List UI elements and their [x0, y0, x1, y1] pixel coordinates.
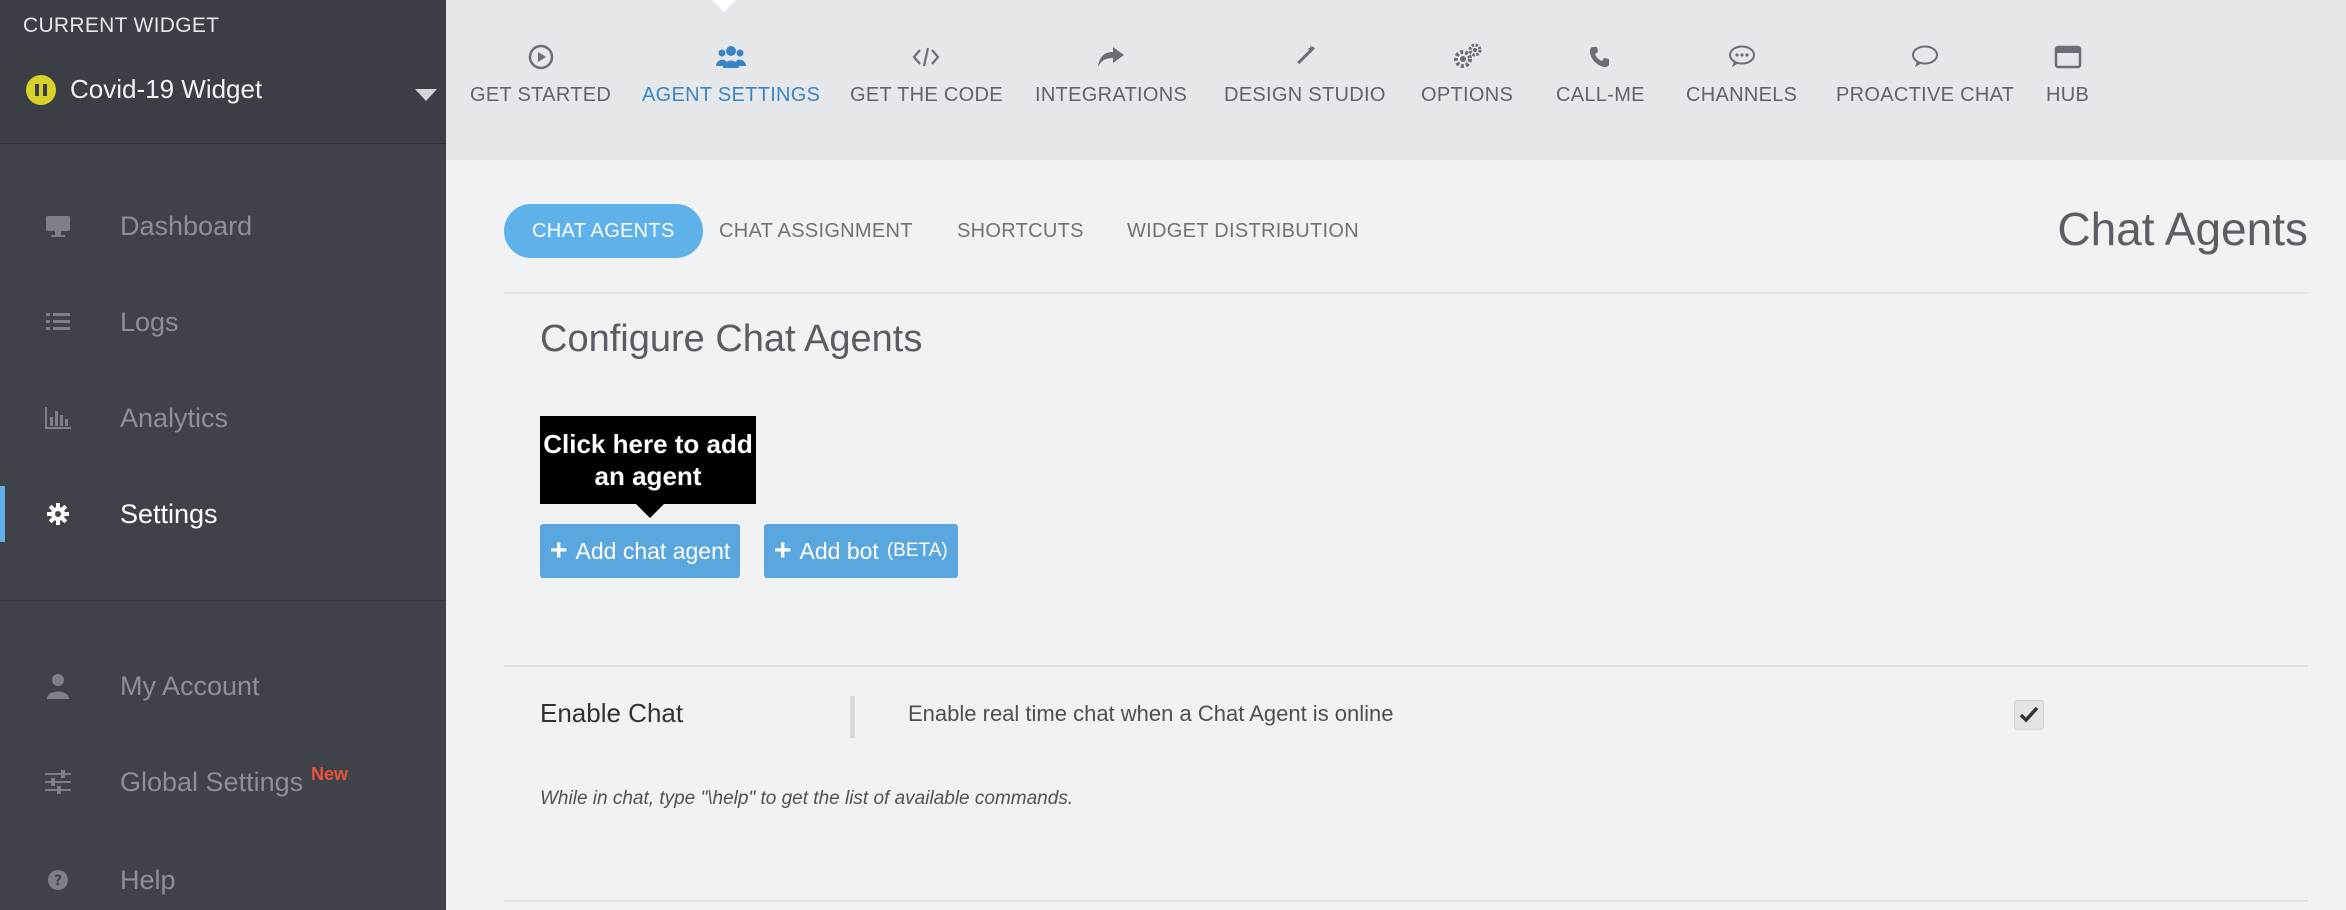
sidebar-item-dashboard[interactable]: Dashboard [0, 178, 446, 274]
sidebar-item-my-account[interactable]: My Account [0, 638, 446, 734]
tab-label: GET STARTED [470, 84, 612, 106]
widget-name: Covid-19 Widget [70, 74, 263, 104]
user-icon [44, 672, 72, 700]
sidebar-item-settings[interactable]: Settings [0, 466, 446, 562]
tab-label: CALL-ME [1556, 84, 1645, 106]
tab-agent-settings[interactable]: AGENT SETTINGS [642, 40, 820, 107]
tab-proactive-chat[interactable]: PROACTIVE CHAT [1836, 40, 2014, 107]
tab-label: GET THE CODE [850, 84, 1003, 106]
add-chat-agent-label: Add chat agent [575, 537, 731, 564]
add-agent-tooltip: Click here to add an agent [540, 416, 756, 518]
sidebar: CURRENT WIDGET Covid-19 Widget Dashboard… [0, 0, 446, 910]
add-bot-label: Add bot [799, 537, 879, 564]
add-chat-agent-button[interactable]: + Add chat agent [540, 524, 741, 578]
play-circle-icon [528, 40, 554, 74]
tab-get-the-code[interactable]: GET THE CODE [850, 40, 1003, 107]
share-icon [1097, 40, 1125, 74]
subtab-chat-assignment[interactable]: CHAT ASSIGNMENT [719, 204, 913, 258]
beta-tag: (BETA) [886, 540, 948, 561]
sidebar-item-label: Dashboard [120, 210, 253, 241]
vertical-divider [850, 696, 855, 738]
widget-selector[interactable]: Covid-19 Widget [26, 74, 262, 105]
active-tab-pointer [712, 0, 736, 12]
gears-icon [1452, 40, 1482, 74]
list-icon [44, 308, 72, 336]
sidebar-item-logs[interactable]: Logs [0, 274, 446, 370]
sidebar-item-label: Logs [120, 306, 179, 337]
sidebar-item-help[interactable]: ? Help [0, 832, 446, 910]
sidebar-item-label: Analytics [120, 402, 229, 433]
sidebar-divider [0, 600, 446, 601]
sidebar-item-label: Global Settings [120, 766, 304, 797]
top-navigation: GET STARTED AGENT SETTINGS GET THE CODE … [446, 0, 2346, 160]
magic-wand-icon [1292, 40, 1318, 74]
monitor-icon [44, 212, 72, 240]
chat-commands-hint: While in chat, type "\help" to get the l… [540, 788, 1074, 809]
tab-integrations[interactable]: INTEGRATIONS [1035, 40, 1187, 107]
sidebar-item-label: My Account [120, 670, 260, 701]
tab-hub[interactable]: HUB [2046, 40, 2089, 107]
enable-chat-label: Enable Chat [540, 698, 684, 728]
sliders-icon [44, 768, 72, 796]
enable-chat-description: Enable real time chat when a Chat Agent … [908, 701, 1394, 726]
question-icon: ? [44, 866, 72, 894]
tab-label: AGENT SETTINGS [642, 84, 821, 106]
sidebar-item-global-settings[interactable]: Global Settings New [0, 734, 446, 830]
tab-label: DESIGN STUDIO [1224, 84, 1386, 106]
subtab-shortcuts[interactable]: SHORTCUTS [957, 204, 1084, 258]
tab-get-started[interactable]: GET STARTED [470, 40, 611, 107]
enable-chat-checkbox[interactable] [2014, 700, 2044, 730]
section-divider [504, 900, 2308, 902]
tab-label: CHANNELS [1686, 84, 1798, 106]
svg-text:?: ? [54, 873, 62, 889]
tab-label: PROACTIVE CHAT [1836, 84, 2015, 106]
add-bot-button[interactable]: + Add bot (BETA) [764, 524, 958, 578]
tab-label: INTEGRATIONS [1035, 84, 1188, 106]
new-badge: New [311, 764, 349, 784]
subtab-bar: CHAT AGENTS CHAT ASSIGNMENT SHORTCUTS WI… [504, 203, 2308, 294]
page-title: Chat Agents [2057, 203, 2308, 255]
bar-chart-icon [44, 404, 72, 432]
tab-design-studio[interactable]: DESIGN STUDIO [1224, 40, 1386, 107]
sidebar-item-analytics[interactable]: Analytics [0, 370, 446, 466]
plus-icon: + [550, 534, 568, 567]
tab-options[interactable]: OPTIONS [1421, 40, 1513, 107]
tab-label: HUB [2046, 84, 2090, 106]
gear-icon [44, 500, 72, 528]
chat-bubble-dots-icon [1728, 40, 1756, 74]
sidebar-item-label: Settings [120, 498, 218, 529]
subtab-widget-distribution[interactable]: WIDGET DISTRIBUTION [1127, 204, 1359, 258]
chat-bubble-icon [1911, 40, 1939, 74]
section-title: Configure Chat Agents [540, 318, 923, 360]
subtab-chat-agents[interactable]: CHAT AGENTS [504, 204, 703, 258]
section-divider [504, 665, 2308, 667]
tab-call-me[interactable]: CALL-ME [1556, 40, 1645, 107]
tab-label: OPTIONS [1421, 84, 1514, 106]
sidebar-item-label: Help [120, 864, 176, 895]
plus-icon: + [774, 534, 792, 567]
checkmark-icon [2019, 706, 2039, 723]
phone-icon [1588, 40, 1612, 74]
chevron-down-icon[interactable] [415, 89, 437, 101]
pause-icon [26, 74, 56, 105]
tab-channels[interactable]: CHANNELS [1686, 40, 1797, 107]
current-widget-panel: CURRENT WIDGET Covid-19 Widget [0, 0, 446, 144]
current-widget-caption: CURRENT WIDGET [23, 14, 220, 37]
window-icon [2054, 40, 2082, 74]
code-icon [912, 40, 940, 74]
users-icon [716, 40, 747, 74]
